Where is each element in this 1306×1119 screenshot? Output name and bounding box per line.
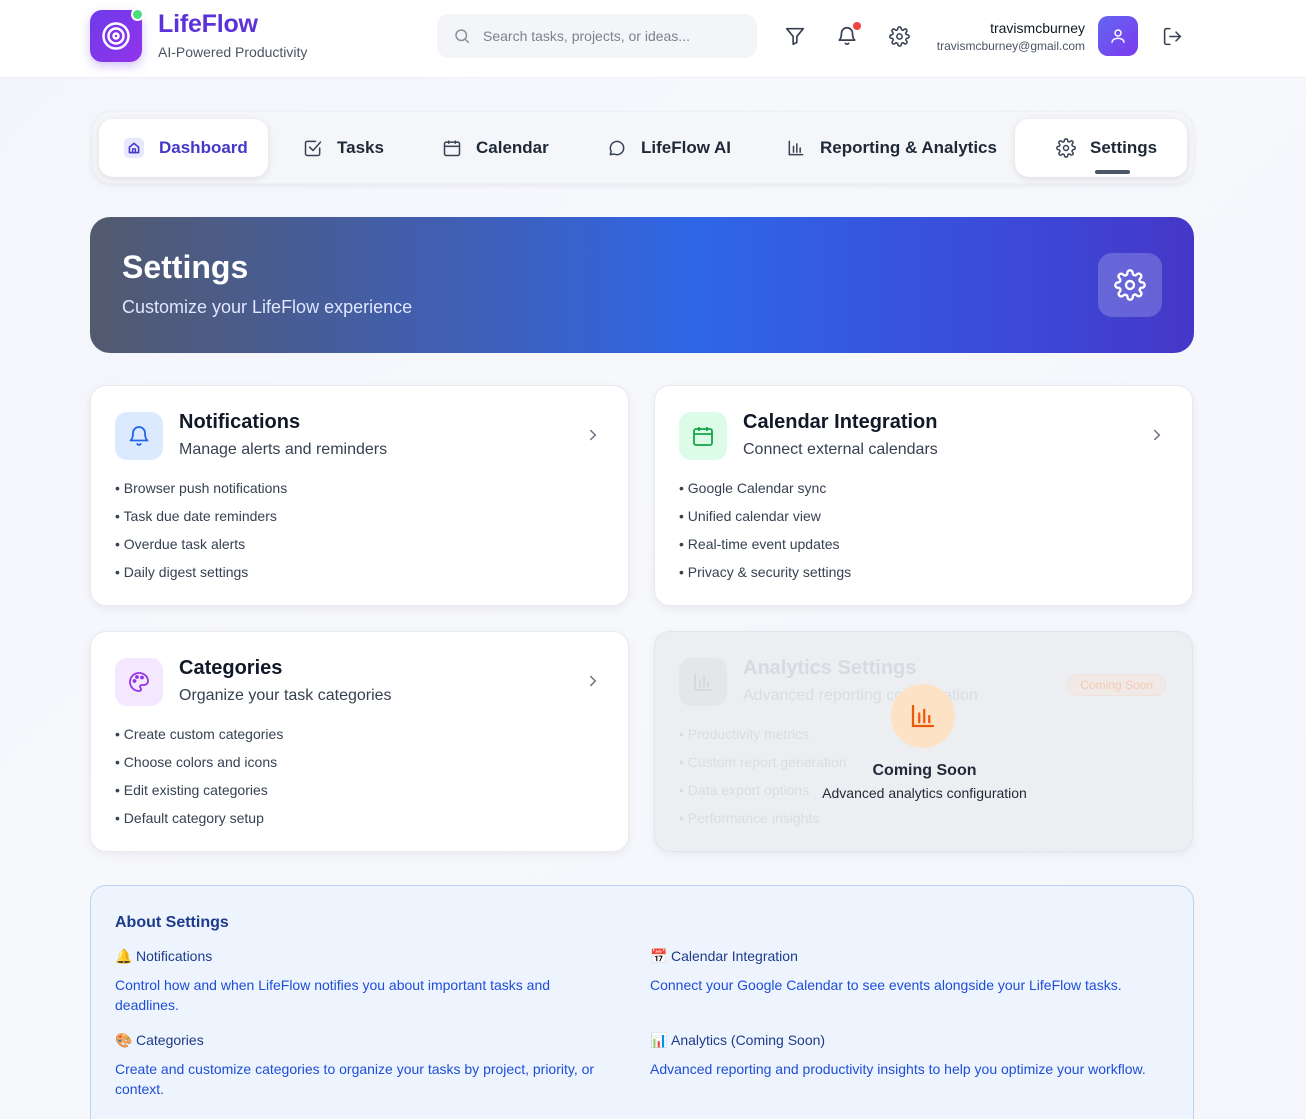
search-icon <box>453 27 471 45</box>
logout-icon <box>1163 27 1181 45</box>
coming-soon-title: Coming Soon <box>872 762 977 779</box>
about-title: About Settings <box>115 914 229 931</box>
card-title: Notifications <box>179 411 301 433</box>
tab-lifeflow-ai[interactable]: LifeFlow AI <box>607 119 731 177</box>
search-bar <box>437 14 757 58</box>
home-icon <box>123 137 145 159</box>
palette-icon <box>115 658 163 706</box>
active-tab-indicator <box>1095 170 1130 174</box>
user-name: travismcburney <box>990 20 1085 36</box>
list-item: Overdue task alerts <box>115 534 287 562</box>
palette-icon: 🎨 <box>115 1032 133 1048</box>
user-email: travismcburney@gmail.com <box>936 39 1085 53</box>
calendar-icon <box>679 412 727 460</box>
list-item: Choose colors and icons <box>115 752 283 780</box>
coming-soon-subtitle: Advanced analytics configuration <box>822 785 1027 801</box>
settings-button[interactable] <box>887 24 911 48</box>
feature-list: Browser push notifications Task due date… <box>115 478 288 590</box>
analytics-settings-card: Analytics Settings Advanced reporting co… <box>654 631 1193 852</box>
list-item: Productivity metrics <box>679 724 847 752</box>
target-icon <box>102 22 130 50</box>
bell-icon <box>115 412 163 460</box>
feature-list: Productivity metrics Custom report gener… <box>679 724 847 836</box>
chat-icon <box>607 138 627 158</box>
chevron-right-icon[interactable] <box>1148 426 1166 444</box>
card-subtitle: Organize your task categories <box>179 687 392 704</box>
list-item: Edit existing categories <box>115 780 283 808</box>
list-item: Real-time event updates <box>679 534 851 562</box>
about-text: Create and customize categories to organ… <box>115 1061 595 1097</box>
feature-list: Google Calendar sync Unified calendar vi… <box>679 478 851 590</box>
card-title: Categories <box>179 657 283 679</box>
list-item: Daily digest settings <box>115 562 287 590</box>
card-title: Analytics Settings <box>743 657 917 679</box>
card-subtitle: Connect external calendars <box>743 441 938 458</box>
list-item: Create custom categories <box>115 724 284 752</box>
tab-label: Settings <box>1090 138 1158 157</box>
tab-label: Dashboard <box>159 138 248 157</box>
page-subtitle: Customize your LifeFlow experience <box>122 297 413 317</box>
search-input[interactable] <box>483 28 733 44</box>
check-square-icon <box>303 138 323 158</box>
brand-name: LifeFlow <box>158 10 258 38</box>
tab-calendar[interactable]: Calendar <box>442 119 549 177</box>
about-text: Control how and when LifeFlow notifies y… <box>115 977 551 1013</box>
calendar-icon <box>442 138 462 158</box>
tab-reporting-analytics[interactable]: Reporting & Analytics <box>786 119 997 177</box>
chevron-right-icon[interactable] <box>584 672 602 690</box>
card-title: Calendar Integration <box>743 411 938 433</box>
about-heading: 📊 Analytics (Coming Soon) <box>650 1032 826 1048</box>
page-header-banner: Settings Customize your LifeFlow experie… <box>90 217 1194 353</box>
tab-tasks[interactable]: Tasks <box>303 119 384 177</box>
tab-label: Tasks <box>337 138 384 157</box>
gear-icon <box>1056 138 1076 158</box>
filter-button[interactable] <box>783 24 807 48</box>
calendar-integration-card[interactable]: Calendar Integration Connect external ca… <box>654 385 1193 606</box>
tab-settings[interactable]: Settings <box>1015 119 1187 177</box>
status-badge: Coming Soon <box>1067 674 1166 696</box>
about-heading: 📅 Calendar Integration <box>650 948 798 964</box>
logout-button[interactable] <box>1160 24 1184 48</box>
list-item: Google Calendar sync <box>679 478 851 506</box>
about-text: Connect your Google Calendar to see even… <box>650 977 1122 993</box>
page-title: Settings <box>122 249 249 285</box>
about-text: Advanced reporting and productivity insi… <box>650 1061 1146 1077</box>
bar-chart-icon <box>786 138 806 158</box>
tab-dashboard[interactable]: Dashboard <box>99 119 268 177</box>
notifications-card[interactable]: Notifications Manage alerts and reminder… <box>90 385 629 606</box>
gear-icon <box>888 25 910 47</box>
calendar-icon: 📅 <box>650 948 668 964</box>
bar-chart-icon <box>679 658 727 706</box>
list-item: Unified calendar view <box>679 506 851 534</box>
list-item: Default category setup <box>115 808 283 836</box>
list-item: Task due date reminders <box>115 506 287 534</box>
main-nav: Dashboard Tasks Calendar LifeFlow AI Rep… <box>92 111 1194 184</box>
avatar[interactable] <box>1098 16 1138 56</box>
chevron-right-icon[interactable] <box>584 426 602 444</box>
tab-label: Calendar <box>476 138 549 157</box>
tab-label: LifeFlow AI <box>641 138 732 157</box>
gear-icon <box>1114 269 1146 301</box>
online-status-dot <box>131 8 144 21</box>
user-icon <box>1111 29 1125 43</box>
bell-icon: 🔔 <box>115 948 133 964</box>
bar-chart-icon: 📊 <box>650 1032 668 1048</box>
tab-label: Reporting & Analytics <box>820 138 997 157</box>
settings-badge <box>1098 253 1162 317</box>
filter-icon <box>785 27 805 46</box>
list-item: Performance insights <box>679 808 847 836</box>
brand-tagline: AI-Powered Productivity <box>158 44 308 60</box>
about-heading: 🎨 Categories <box>115 1032 204 1048</box>
top-bar: LifeFlow AI-Powered Productivity travism… <box>0 0 1306 78</box>
list-item: Browser push notifications <box>115 478 287 506</box>
coming-soon-chart-icon <box>891 684 955 748</box>
notification-dot <box>853 22 861 30</box>
card-subtitle: Manage alerts and reminders <box>179 441 388 458</box>
about-settings-panel: About Settings 🔔 Notifications Control ho… <box>90 885 1194 1119</box>
list-item: Privacy & security settings <box>679 562 851 590</box>
feature-list: Create custom categories Choose colors a… <box>115 724 284 836</box>
about-heading: 🔔 Notifications <box>115 948 213 964</box>
categories-card[interactable]: Categories Organize your task categories… <box>90 631 629 852</box>
